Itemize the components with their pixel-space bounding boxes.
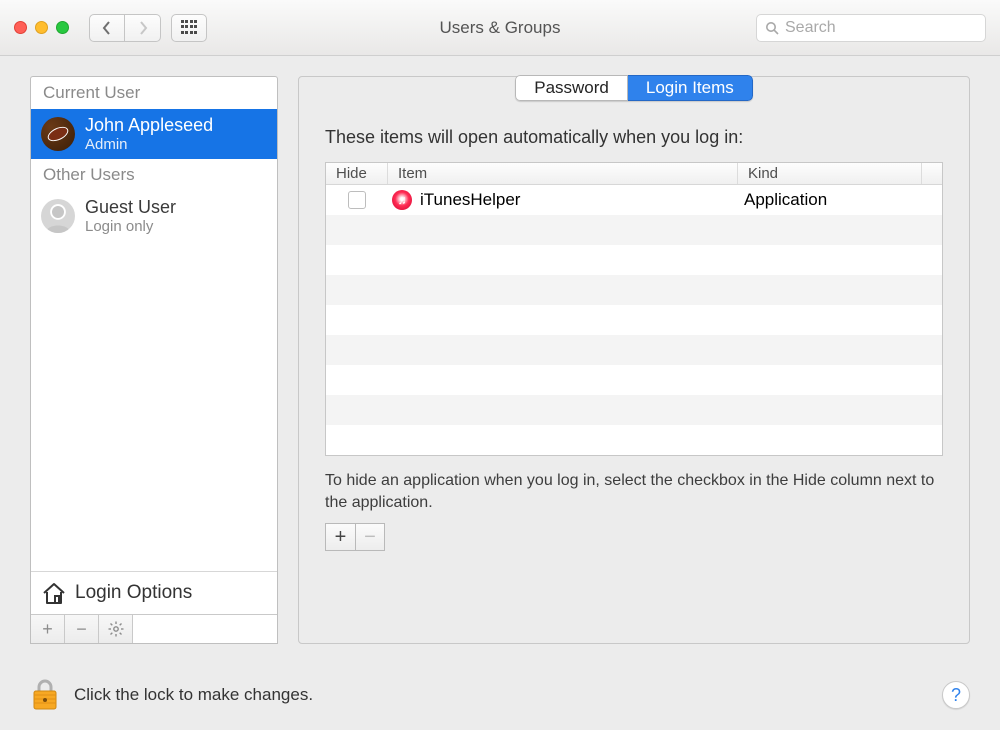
panel-body: These items will open automatically when… [299, 101, 969, 567]
table-row-empty [326, 395, 942, 425]
avatar [41, 199, 75, 233]
table-row[interactable]: ♫ iTunesHelper Application [326, 185, 942, 215]
remove-user-button[interactable]: − [65, 615, 99, 643]
nav-buttons [89, 14, 161, 42]
table-row-empty [326, 215, 942, 245]
tab-login-items[interactable]: Login Items [628, 75, 753, 101]
user-role: Login only [85, 218, 176, 235]
table-row-empty [326, 365, 942, 395]
user-text: John Appleseed Admin [85, 115, 213, 153]
back-button[interactable] [89, 14, 125, 42]
table-row-empty [326, 335, 942, 365]
user-name: John Appleseed [85, 115, 213, 136]
right-panel: Password Login Items These items will op… [298, 76, 970, 644]
current-user-label: Current User [31, 77, 277, 109]
user-actions-button[interactable] [99, 615, 133, 643]
cell-kind: Application [738, 190, 942, 210]
close-window-button[interactable] [14, 21, 27, 34]
table-header: Hide Item Kind [326, 163, 942, 185]
content: Current User John Appleseed Admin Other … [0, 56, 1000, 664]
table-row-empty [326, 245, 942, 275]
tab-password[interactable]: Password [515, 75, 628, 101]
plus-icon: + [335, 526, 347, 549]
minus-icon: − [76, 619, 87, 640]
users-sidebar: Current User John Appleseed Admin Other … [30, 76, 278, 644]
search-input[interactable]: Search [756, 14, 986, 42]
show-all-button[interactable] [171, 14, 207, 42]
remove-login-item-button[interactable]: − [355, 523, 385, 551]
chevron-left-icon [102, 21, 112, 35]
avatar [41, 117, 75, 151]
plus-icon: + [42, 619, 53, 640]
zoom-window-button[interactable] [56, 21, 69, 34]
window-title: Users & Groups [440, 18, 561, 38]
table-row-empty [326, 305, 942, 335]
house-icon [41, 580, 67, 606]
segmented-control: Password Login Items [299, 75, 969, 101]
add-user-button[interactable]: + [31, 615, 65, 643]
help-button[interactable]: ? [942, 681, 970, 709]
user-role: Admin [85, 136, 213, 153]
sidebar-item-current-user[interactable]: John Appleseed Admin [31, 109, 277, 159]
chevron-right-icon [138, 21, 148, 35]
gear-icon [108, 621, 124, 637]
footer: Click the lock to make changes. ? [0, 664, 1000, 730]
login-items-hint: To hide an application when you log in, … [325, 470, 943, 513]
forward-button[interactable] [125, 14, 161, 42]
login-items-table: Hide Item Kind ♫ iTunesHelper Applicatio… [325, 162, 943, 456]
add-login-item-button[interactable]: + [325, 523, 355, 551]
minus-icon: − [364, 526, 376, 549]
column-tail [922, 163, 942, 184]
sidebar-action-bar: + − [31, 614, 277, 643]
login-items-description: These items will open automatically when… [325, 127, 943, 148]
lock-icon[interactable] [30, 677, 60, 713]
minimize-window-button[interactable] [35, 21, 48, 34]
login-options-label: Login Options [75, 582, 192, 604]
search-icon [765, 21, 779, 35]
table-row-empty [326, 425, 942, 455]
column-hide[interactable]: Hide [326, 163, 388, 184]
question-icon: ? [951, 685, 961, 706]
hide-checkbox[interactable] [348, 191, 366, 209]
search-placeholder: Search [785, 19, 836, 37]
traffic-lights [14, 21, 69, 34]
grid-icon [181, 20, 197, 36]
login-options-button[interactable]: Login Options [31, 571, 277, 614]
column-kind[interactable]: Kind [738, 163, 922, 184]
tab-password-label: Password [534, 78, 609, 98]
titlebar: Users & Groups Search [0, 0, 1000, 56]
user-name: Guest User [85, 197, 176, 218]
cell-item: ♫ iTunesHelper [388, 190, 738, 210]
cell-hide [326, 191, 388, 209]
sidebar-item-guest-user[interactable]: Guest User Login only [31, 191, 277, 241]
other-users-label: Other Users [31, 159, 277, 191]
lock-text: Click the lock to make changes. [74, 685, 313, 705]
item-name: iTunesHelper [420, 190, 520, 210]
table-row-empty [326, 275, 942, 305]
itunes-icon: ♫ [392, 190, 412, 210]
column-item[interactable]: Item [388, 163, 738, 184]
user-text: Guest User Login only [85, 197, 176, 235]
tab-login-items-label: Login Items [646, 78, 734, 98]
spacer [31, 241, 277, 571]
login-items-plusminus: + − [325, 523, 943, 551]
